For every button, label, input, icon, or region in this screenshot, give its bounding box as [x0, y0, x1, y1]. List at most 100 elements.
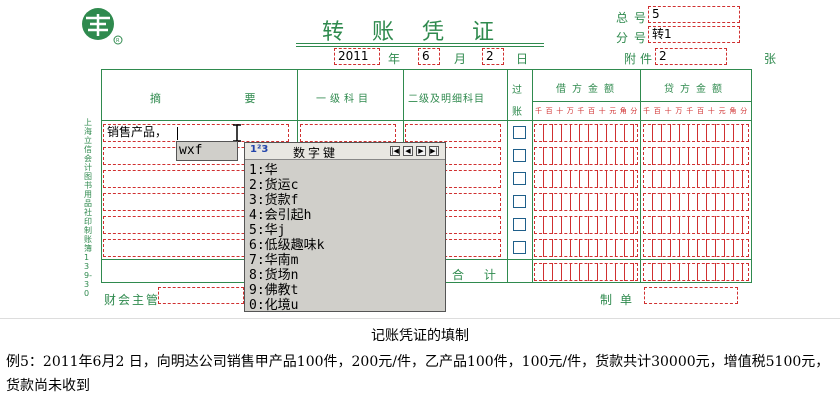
total-no-label: 总号	[616, 11, 653, 25]
digit-label: 角	[619, 107, 627, 115]
month-label: 月	[454, 52, 467, 66]
logo-icon: R	[82, 8, 123, 45]
posted-checkbox[interactable]	[513, 195, 526, 208]
caption-divider	[0, 318, 840, 319]
maker-field[interactable]	[644, 287, 738, 304]
header-level2: 二级及明细科目	[408, 94, 485, 105]
next-page-button[interactable]: ▶	[416, 146, 426, 156]
level1-account-field[interactable]	[300, 124, 396, 142]
digit-label: 千	[577, 107, 585, 115]
month-field[interactable]: 6	[418, 48, 440, 65]
attach-field[interactable]: 2	[655, 48, 727, 65]
debit-amount-field[interactable]	[534, 239, 638, 257]
text-caret	[177, 127, 178, 140]
ime-candidate[interactable]: 3:货款f	[249, 193, 298, 208]
debit-amount-field[interactable]	[534, 147, 638, 165]
posted-checkbox[interactable]	[513, 218, 526, 231]
credit-amount-field[interactable]	[643, 193, 749, 211]
digit-label: 十	[707, 107, 715, 115]
total-no-field[interactable]: 5	[648, 6, 740, 23]
header-posted: 过账	[512, 85, 522, 118]
credit-total-field[interactable]	[643, 263, 749, 281]
header-summary: 摘 要	[150, 92, 296, 105]
debit-amount-field[interactable]	[534, 216, 638, 234]
title-underline	[296, 43, 544, 47]
first-page-button[interactable]: |◀	[390, 146, 400, 156]
digit-label: 百	[588, 107, 595, 115]
prev-page-button[interactable]: ◀	[403, 146, 413, 156]
ime-candidate[interactable]: 4:会引起h	[249, 208, 311, 223]
digit-label: 角	[729, 107, 737, 115]
ime-title-bar[interactable]: 1²3 数字键 |◀ ◀ ▶ ▶|	[245, 143, 445, 160]
digit-label: 百	[653, 107, 661, 115]
debit-amount-field[interactable]	[534, 170, 638, 188]
ime-candidate[interactable]: 6:低级趣味k	[249, 238, 324, 253]
credit-amount-field[interactable]	[643, 216, 749, 234]
credit-amount-field[interactable]	[643, 170, 749, 188]
digit-label: 千	[535, 107, 542, 115]
header-level1: 一级科目	[316, 94, 372, 105]
supervisor-field[interactable]	[158, 287, 244, 304]
amount-subheader-line	[532, 101, 752, 102]
level2-account-field[interactable]	[405, 124, 501, 142]
posted-checkbox[interactable]	[513, 149, 526, 162]
header-divider	[101, 120, 752, 121]
digit-label: 百	[545, 107, 553, 115]
attach-unit: 张	[764, 52, 777, 66]
ime-candidate[interactable]: 2:货运c	[249, 178, 298, 193]
ime-logo-icon: 1²3	[250, 144, 269, 155]
ime-candidate[interactable]: 0:化境u	[249, 298, 298, 313]
ime-candidate[interactable]: 7:华南m	[249, 253, 298, 268]
svg-text:R: R	[116, 38, 120, 44]
sub-no-field[interactable]: 转1	[648, 26, 740, 43]
posted-checkbox[interactable]	[513, 241, 526, 254]
ime-candidate-window[interactable]: 1²3 数字键 |◀ ◀ ▶ ▶| 1:华 2:货运c 3:货款f 4:会引起h 5:华…	[244, 142, 446, 313]
credit-amount-field[interactable]	[643, 239, 749, 257]
digit-label: 元	[609, 107, 617, 115]
supervisor-label: 财会主管	[104, 293, 161, 307]
posted-checkbox[interactable]	[513, 172, 526, 185]
year-label: 年	[388, 52, 401, 66]
header-debit: 借方金额	[556, 84, 620, 95]
debit-amount-field[interactable]	[534, 193, 638, 211]
voucher-title: 转账凭证	[322, 20, 523, 45]
last-page-button[interactable]: ▶|	[429, 146, 439, 156]
digit-label: 十	[556, 107, 564, 115]
ime-candidate[interactable]: 9:佛教t	[249, 283, 298, 298]
digit-label: 分	[740, 107, 748, 115]
digit-label: 分	[630, 107, 638, 115]
printer-side-text: 上海立信会计图书用品社印制 账簿139-30	[84, 118, 92, 298]
day-label: 日	[516, 52, 529, 66]
attach-label: 附件	[624, 52, 657, 66]
digit-label: 万	[675, 107, 683, 115]
digit-label: 万	[566, 107, 574, 115]
debit-amount-field[interactable]	[534, 124, 638, 142]
day-field[interactable]: 2	[482, 48, 504, 65]
ibeam-cursor-icon	[233, 124, 241, 142]
digit-label: 百	[697, 107, 704, 115]
ime-composition: wxf	[176, 141, 238, 161]
maker-label: 制单	[600, 293, 641, 307]
digit-label: 十	[598, 107, 606, 115]
debit-total-field[interactable]	[534, 263, 638, 281]
digit-label: 元	[718, 107, 726, 115]
credit-digit-labels: 千百十万千百十元角分	[642, 106, 750, 118]
digit-label: 千	[643, 107, 650, 115]
caption-body: 例5：2011年6月2 日，向明达公司销售甲产品100件，200元/件，乙产品1…	[6, 354, 830, 394]
ime-candidate[interactable]: 8:货场n	[249, 268, 298, 283]
ime-candidate[interactable]: 1:华	[249, 163, 278, 178]
posted-checkbox[interactable]	[513, 126, 526, 139]
digit-label: 十	[664, 107, 672, 115]
debit-digit-labels: 千百十万千百十元角分	[534, 106, 640, 118]
summary-field[interactable]: 销售产品，	[103, 124, 289, 142]
col-divider	[507, 69, 508, 283]
caption-title: 记账凭证的填制	[371, 328, 469, 344]
header-credit: 贷方金额	[664, 84, 728, 95]
year-field[interactable]: 2011	[334, 48, 380, 65]
ime-candidate[interactable]: 5:华j	[249, 223, 285, 238]
sub-no-label: 分号	[616, 31, 653, 45]
ime-title: 数字键	[293, 146, 339, 160]
credit-amount-field[interactable]	[643, 124, 749, 142]
credit-amount-field[interactable]	[643, 147, 749, 165]
digit-label: 千	[686, 107, 694, 115]
